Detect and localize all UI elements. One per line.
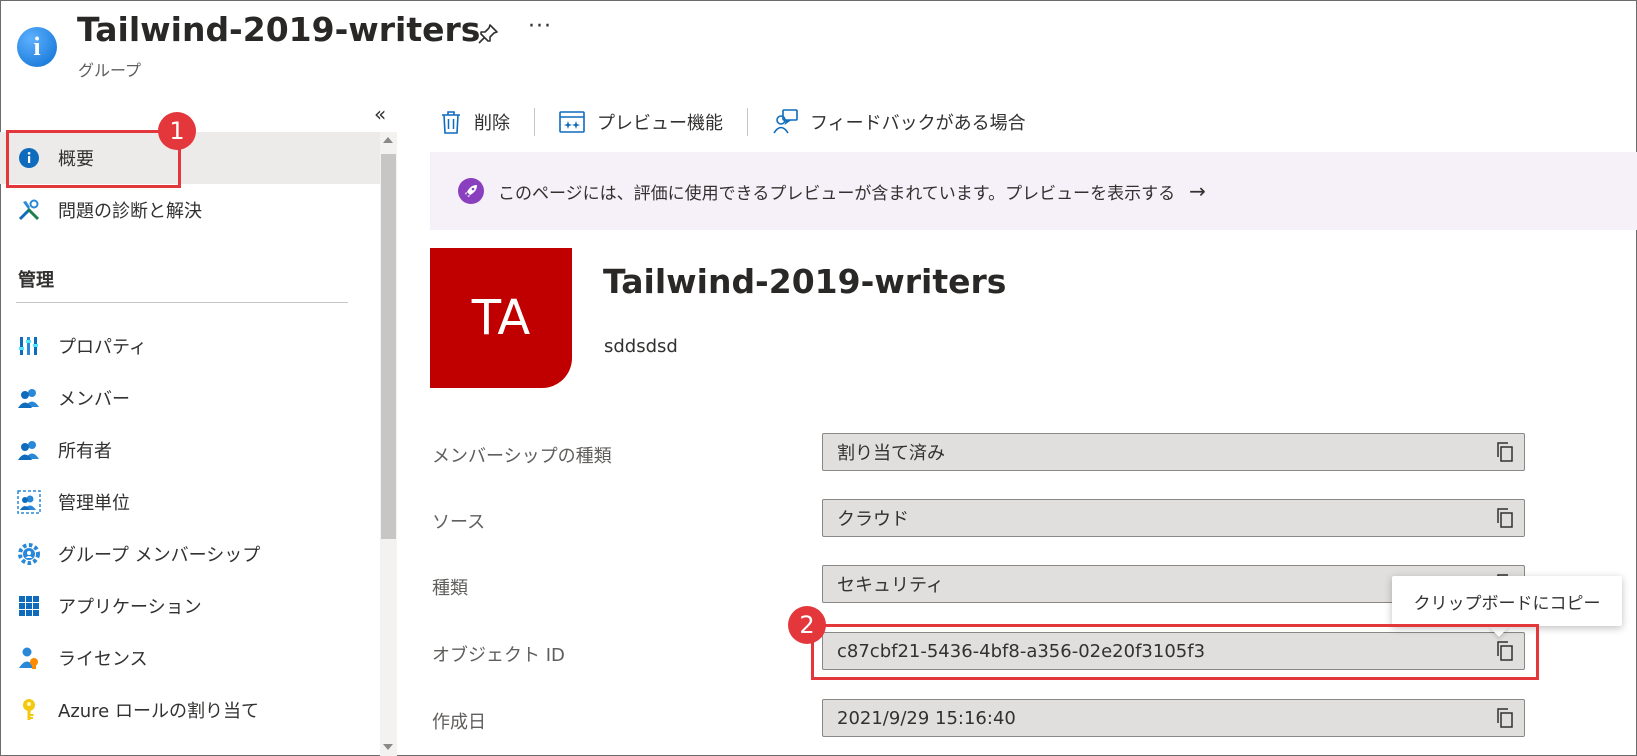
scroll-up-arrow-icon[interactable] [383, 137, 393, 143]
preview-features-button[interactable]: プレビュー機能 [549, 109, 733, 135]
preview-icon [559, 111, 585, 133]
feedback-button[interactable]: フィードバックがある場合 [762, 109, 1036, 135]
sidebar-item-owners[interactable]: 所有者 [0, 424, 380, 476]
sidebar-item-label: 所有者 [58, 441, 112, 462]
group-description: sddsdsd [604, 336, 678, 357]
sidebar-scrollbar[interactable] [380, 132, 397, 756]
copy-tooltip: クリップボードにコピー [1392, 576, 1622, 626]
command-bar: 削除 プレビュー機能 フィードバックがある場合 [430, 104, 1036, 140]
sidebar-item-label: メンバー [58, 389, 130, 410]
membership-type-field: 割り当て済み [822, 433, 1525, 471]
step-badge-1: 1 [158, 112, 196, 150]
membership-type-label: メンバーシップの種類 [432, 446, 612, 467]
owners-icon [16, 437, 42, 463]
sidebar-item-label: ライセンス [58, 649, 148, 670]
members-icon [16, 385, 42, 411]
divider [16, 302, 348, 303]
license-icon [16, 645, 42, 671]
scrollbar-thumb[interactable] [381, 154, 396, 539]
created-date-value: 2021/9/29 15:16:40 [837, 707, 1016, 729]
step-badge-2: 2 [788, 606, 826, 644]
pin-icon[interactable] [476, 22, 500, 46]
admin-units-icon [16, 489, 42, 515]
sidebar-item-diagnose[interactable]: 問題の診断と解決 [0, 184, 380, 236]
rocket-icon [458, 178, 484, 204]
source-field: クラウド [822, 499, 1525, 537]
key-icon [16, 697, 42, 723]
preview-banner[interactable]: このページには、評価に使用できるプレビューが含まれています。プレビューを表示する… [430, 152, 1637, 230]
sidebar-item-group-membership[interactable]: グループ メンバーシップ [0, 528, 380, 580]
sidebar-item-admin-units[interactable]: 管理単位 [0, 476, 380, 528]
delete-label: 削除 [474, 113, 510, 134]
sidebar-item-applications[interactable]: アプリケーション [0, 580, 380, 632]
highlight-box-object-id [811, 624, 1539, 680]
copy-icon[interactable] [1494, 441, 1516, 463]
collapse-sidebar-button[interactable]: « [374, 102, 386, 126]
sidebar-item-label: アプリケーション [58, 597, 202, 618]
source-label: ソース [432, 512, 486, 533]
sidebar-item-label: 管理単位 [58, 493, 130, 514]
toolbar-divider [534, 108, 535, 136]
sidebar-item-licenses[interactable]: ライセンス [0, 632, 380, 684]
type-value: セキュリティ [837, 575, 944, 596]
properties-icon [16, 333, 42, 359]
highlight-box-overview [6, 130, 181, 188]
trash-icon [442, 111, 460, 134]
copy-icon[interactable] [1494, 707, 1516, 729]
sidebar-item-label: グループ メンバーシップ [58, 545, 261, 566]
page-subtitle: グループ [78, 61, 142, 80]
group-avatar: TA [430, 248, 572, 388]
sidebar-item-properties[interactable]: プロパティ [0, 320, 380, 372]
page-title: Tailwind-2019-writers [77, 10, 481, 49]
group-info-icon: i [17, 27, 57, 67]
arrow-right-icon: → [1189, 179, 1206, 203]
membership-type-value: 割り当て済み [837, 443, 945, 464]
created-date-label: 作成日 [432, 712, 486, 733]
delete-button[interactable]: 削除 [430, 109, 520, 135]
feedback-icon [773, 109, 798, 134]
scroll-down-arrow-icon[interactable] [383, 744, 393, 750]
group-name: Tailwind-2019-writers [603, 262, 1007, 301]
gear-icon [16, 541, 42, 567]
grid-icon [16, 593, 42, 619]
sidebar-item-label: 問題の診断と解決 [58, 201, 202, 222]
feedback-label: フィードバックがある場合 [810, 113, 1026, 134]
wrench-icon [16, 197, 42, 223]
preview-features-label: プレビュー機能 [597, 113, 723, 134]
sidebar-item-members[interactable]: メンバー [0, 372, 380, 424]
type-label: 種類 [432, 578, 468, 599]
sidebar-item-azure-role-assignments[interactable]: Azure ロールの割り当て [0, 684, 380, 736]
sidebar-item-label: プロパティ [58, 337, 147, 358]
more-options-button[interactable]: ··· [528, 14, 552, 39]
copy-icon[interactable] [1494, 507, 1516, 529]
preview-banner-text: このページには、評価に使用できるプレビューが含まれています。プレビューを表示する [498, 183, 1176, 204]
section-title-manage: 管理 [18, 270, 54, 291]
created-date-field: 2021/9/29 15:16:40 [822, 699, 1525, 737]
sidebar-item-label: Azure ロールの割り当て [58, 701, 259, 722]
object-id-label: オブジェクト ID [432, 645, 565, 666]
toolbar-divider [747, 108, 748, 136]
source-value: クラウド [837, 509, 909, 530]
